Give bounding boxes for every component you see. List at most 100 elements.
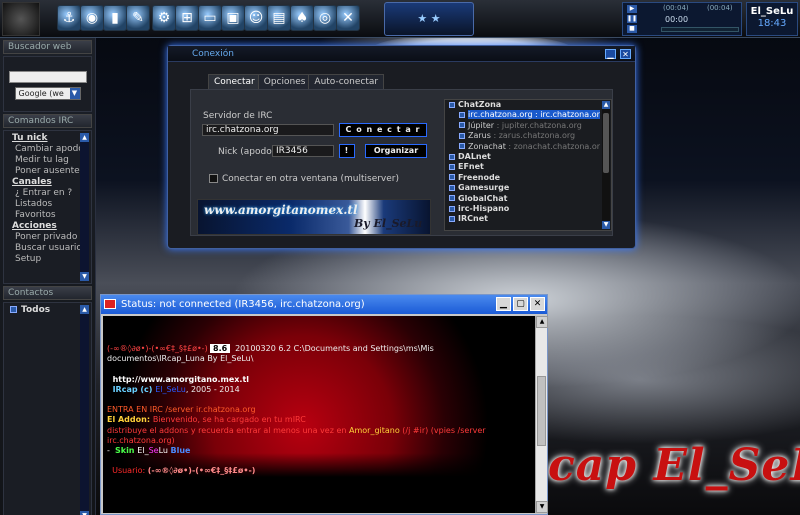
- network-node[interactable]: GlobalChat: [445, 194, 611, 204]
- multiserver-checkbox[interactable]: [209, 174, 218, 183]
- status-text: , 2005 - 2014: [185, 384, 240, 394]
- expand-icon[interactable]: [449, 174, 455, 181]
- status-line: [107, 456, 535, 466]
- status-text: mIRC: [284, 415, 306, 425]
- close-icon[interactable]: ✕: [336, 5, 360, 31]
- network-name: ChatZona: [458, 100, 502, 109]
- network-node[interactable]: irc-Hispano: [445, 204, 611, 214]
- network-node[interactable]: EFnet: [445, 162, 611, 172]
- status-text: [107, 395, 110, 404]
- tree-scrollbar[interactable]: ▲ ▼: [602, 101, 610, 229]
- stop-icon[interactable]: ■: [627, 25, 637, 33]
- status-line: distribuye el addons y recuerda entrar a…: [107, 426, 535, 436]
- chevron-down-icon[interactable]: ▼: [69, 88, 80, 99]
- search-engine-select[interactable]: Google (we ▼: [14, 87, 81, 100]
- expand-icon[interactable]: [449, 101, 455, 108]
- network-node[interactable]: ChatZona: [445, 100, 611, 110]
- status-output[interactable]: (-∞®◊∂ø•)-(•∞€‡_§‡£ø•-) 8.6 20100320 6.2…: [103, 316, 535, 513]
- server-name: irc.chatzona.org: [468, 110, 533, 120]
- tab-opciones[interactable]: Opciones: [257, 74, 312, 89]
- scroll-down-icon[interactable]: ▼: [80, 511, 89, 515]
- scroll-up-icon[interactable]: ▲: [80, 305, 89, 314]
- network-node[interactable]: Freenode: [445, 173, 611, 183]
- scroll-thumb[interactable]: [537, 376, 546, 446]
- expand-icon[interactable]: [449, 205, 455, 212]
- server-node[interactable]: Júpiter : jupiter.chatzona.org: [445, 121, 611, 131]
- close-icon[interactable]: ✕: [620, 49, 631, 59]
- status-text: Lu: [158, 446, 171, 456]
- expand-icon[interactable]: [449, 215, 455, 222]
- status-text: [107, 456, 110, 465]
- network-name: GlobalChat: [458, 193, 508, 203]
- network-node[interactable]: IRCnet: [445, 214, 611, 224]
- network-node[interactable]: DALnet: [445, 152, 611, 162]
- left-sidebar: Buscador web Google (we ▼ Comandos IRC T…: [0, 38, 96, 515]
- user-clock-box: El_SeLu 18:43: [746, 2, 798, 36]
- status-text: ENTRA EN IRC /server ir.chatzona.org: [107, 405, 256, 415]
- users-icon[interactable]: ☺: [244, 5, 268, 31]
- server-input[interactable]: irc.chatzona.org: [202, 124, 334, 136]
- server-icon: [459, 132, 465, 139]
- scroll-down-icon[interactable]: ▼: [602, 221, 610, 229]
- network-name: Gamesurge: [458, 183, 510, 193]
- file-icon[interactable]: ▭: [198, 5, 222, 31]
- scroll-down-icon[interactable]: ▼: [80, 272, 89, 281]
- scroll-down-icon[interactable]: ▼: [536, 501, 548, 513]
- options-icon[interactable]: ⚙: [152, 5, 176, 31]
- play-icon[interactable]: ▶: [627, 5, 637, 13]
- status-lines: (-∞®◊∂ø•)-(•∞€‡_§‡£ø•-) 8.6 20100320 6.2…: [107, 344, 535, 477]
- scroll-thumb[interactable]: [603, 113, 609, 173]
- server-host: : irc.chatzona.or: [532, 110, 600, 120]
- network-icon[interactable]: ⊞: [175, 5, 199, 31]
- expand-icon[interactable]: [449, 195, 455, 202]
- tab-conectar[interactable]: Conectar: [208, 74, 261, 89]
- nick-random-button[interactable]: !: [339, 144, 355, 158]
- player-seek-bar[interactable]: [661, 27, 739, 32]
- expand-icon[interactable]: [449, 153, 455, 160]
- network-node[interactable]: Gamesurge: [445, 183, 611, 193]
- scroll-up-icon[interactable]: ▲: [80, 133, 89, 142]
- maximize-button[interactable]: ▢: [513, 297, 528, 311]
- contacts-scrollbar[interactable]: ▲ ▼: [80, 305, 89, 515]
- nick-input[interactable]: IR3456: [272, 145, 334, 157]
- web-search-input[interactable]: [8, 71, 87, 83]
- status-title-bar[interactable]: Status: not connected (IR3456, irc.chatz…: [101, 295, 547, 314]
- server-node[interactable]: Zonachat : zonachat.chatzona.or: [445, 142, 611, 152]
- minimize-icon[interactable]: ▁: [605, 49, 616, 59]
- expand-icon[interactable]: [449, 184, 455, 191]
- connect-icon[interactable]: ⚓: [57, 5, 81, 31]
- banner-url: www.amorgitanomex.tl: [204, 203, 358, 217]
- folder-icon[interactable]: ▮: [103, 5, 127, 31]
- status-text: IRcap (c): [107, 384, 156, 394]
- pause-icon[interactable]: ❚❚: [627, 15, 637, 23]
- tab-auto-conectar[interactable]: Auto-conectar: [308, 74, 385, 89]
- skin-badge[interactable]: ★ ★: [384, 2, 474, 36]
- player-time: 00:00: [665, 15, 689, 24]
- disc-icon[interactable]: ◎: [313, 5, 337, 31]
- organize-button[interactable]: Organizar: [365, 144, 427, 158]
- commands-list: Tu nick Cambiar apodo Medir tu lag Poner au…: [4, 131, 91, 267]
- connect-tab-panel: Servidor de IRC irc.chatzona.org C o n e…: [190, 89, 613, 236]
- commands-scrollbar[interactable]: ▲ ▼: [80, 133, 89, 281]
- minimize-button[interactable]: ▁: [496, 297, 511, 311]
- banner-author: By El_SeLu: [354, 217, 423, 230]
- expand-icon[interactable]: [10, 306, 17, 313]
- mushroom-icon[interactable]: ♠: [290, 5, 314, 31]
- monitor-icon[interactable]: ▣: [221, 5, 245, 31]
- connect-button[interactable]: C o n e c t a r: [339, 123, 427, 137]
- status-scrollbar[interactable]: ▲ ▼: [535, 316, 548, 513]
- notes-icon[interactable]: ✎: [126, 5, 150, 31]
- contacts-group[interactable]: Todos: [4, 303, 91, 317]
- scroll-up-icon[interactable]: ▲: [602, 101, 610, 109]
- globe-icon[interactable]: ◉: [80, 5, 104, 31]
- tray-icon[interactable]: ▤: [267, 5, 291, 31]
- status-window-icon: [104, 299, 116, 309]
- server-node[interactable]: Zarus : zarus.chatzona.org: [445, 131, 611, 141]
- connection-dialog: Conexión ▁ ✕ Conectar Opciones Auto-conect…: [167, 45, 636, 249]
- close-button[interactable]: ✕: [530, 297, 545, 311]
- app-logo[interactable]: [2, 2, 40, 36]
- scroll-up-icon[interactable]: ▲: [536, 316, 548, 328]
- server-node[interactable]: irc.chatzona.org : irc.chatzona.or: [445, 110, 611, 120]
- status-text: Skin: [114, 446, 138, 456]
- expand-icon[interactable]: [449, 163, 455, 170]
